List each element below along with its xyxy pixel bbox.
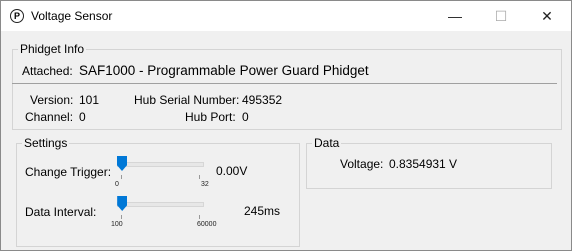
data-interval-label: Data Interval: — [25, 205, 97, 219]
voltage-label: Voltage: — [340, 157, 384, 171]
attached-value: SAF1000 - Programmable Power Guard Phidg… — [79, 63, 369, 78]
info-separator — [12, 83, 557, 84]
data-interval-track — [117, 202, 204, 207]
title-bar[interactable]: P Voltage Sensor — ☐ ✕ — [1, 1, 571, 31]
hub-port-label: Hub Port: — [185, 110, 236, 124]
attached-label: Attached: — [22, 64, 73, 78]
change-trigger-track — [117, 162, 204, 167]
minimize-button[interactable]: — — [432, 1, 478, 31]
data-legend: Data — [312, 136, 342, 150]
data-interval-max-label: 60000 — [197, 221, 217, 228]
change-trigger-min-label: 0 — [115, 181, 119, 188]
phidget-logo-icon: P — [10, 9, 24, 23]
window-title: Voltage Sensor — [31, 9, 113, 23]
version-value: 101 — [79, 93, 100, 107]
channel-value: 0 — [79, 110, 86, 124]
hub-port-value: 0 — [242, 110, 249, 124]
data-interval-ticks — [121, 215, 200, 219]
phidget-info-group: Phidget Info — [12, 42, 562, 130]
voltage-value: 0.8354931 V — [389, 157, 458, 171]
settings-legend: Settings — [22, 136, 70, 150]
close-button[interactable]: ✕ — [524, 1, 570, 31]
settings-group: Settings — [16, 136, 300, 247]
change-trigger-value: 0.00V — [216, 164, 248, 178]
version-label: Version: — [30, 93, 74, 107]
maximize-button[interactable]: ☐ — [478, 1, 524, 31]
data-interval-value: 245ms — [244, 204, 281, 218]
data-interval-min-label: 100 — [111, 221, 123, 228]
hub-serial-label: Hub Serial Number: — [134, 93, 240, 107]
change-trigger-label: Change Trigger: — [25, 165, 112, 179]
voltage-sensor-window: P Voltage Sensor — ☐ ✕ Phidget Info Atta… — [0, 0, 572, 251]
channel-label: Channel: — [25, 110, 74, 124]
hub-serial-value: 495352 — [242, 93, 283, 107]
change-trigger-max-label: 32 — [201, 181, 209, 188]
phidget-info-legend: Phidget Info — [18, 42, 87, 56]
change-trigger-ticks — [121, 175, 200, 179]
